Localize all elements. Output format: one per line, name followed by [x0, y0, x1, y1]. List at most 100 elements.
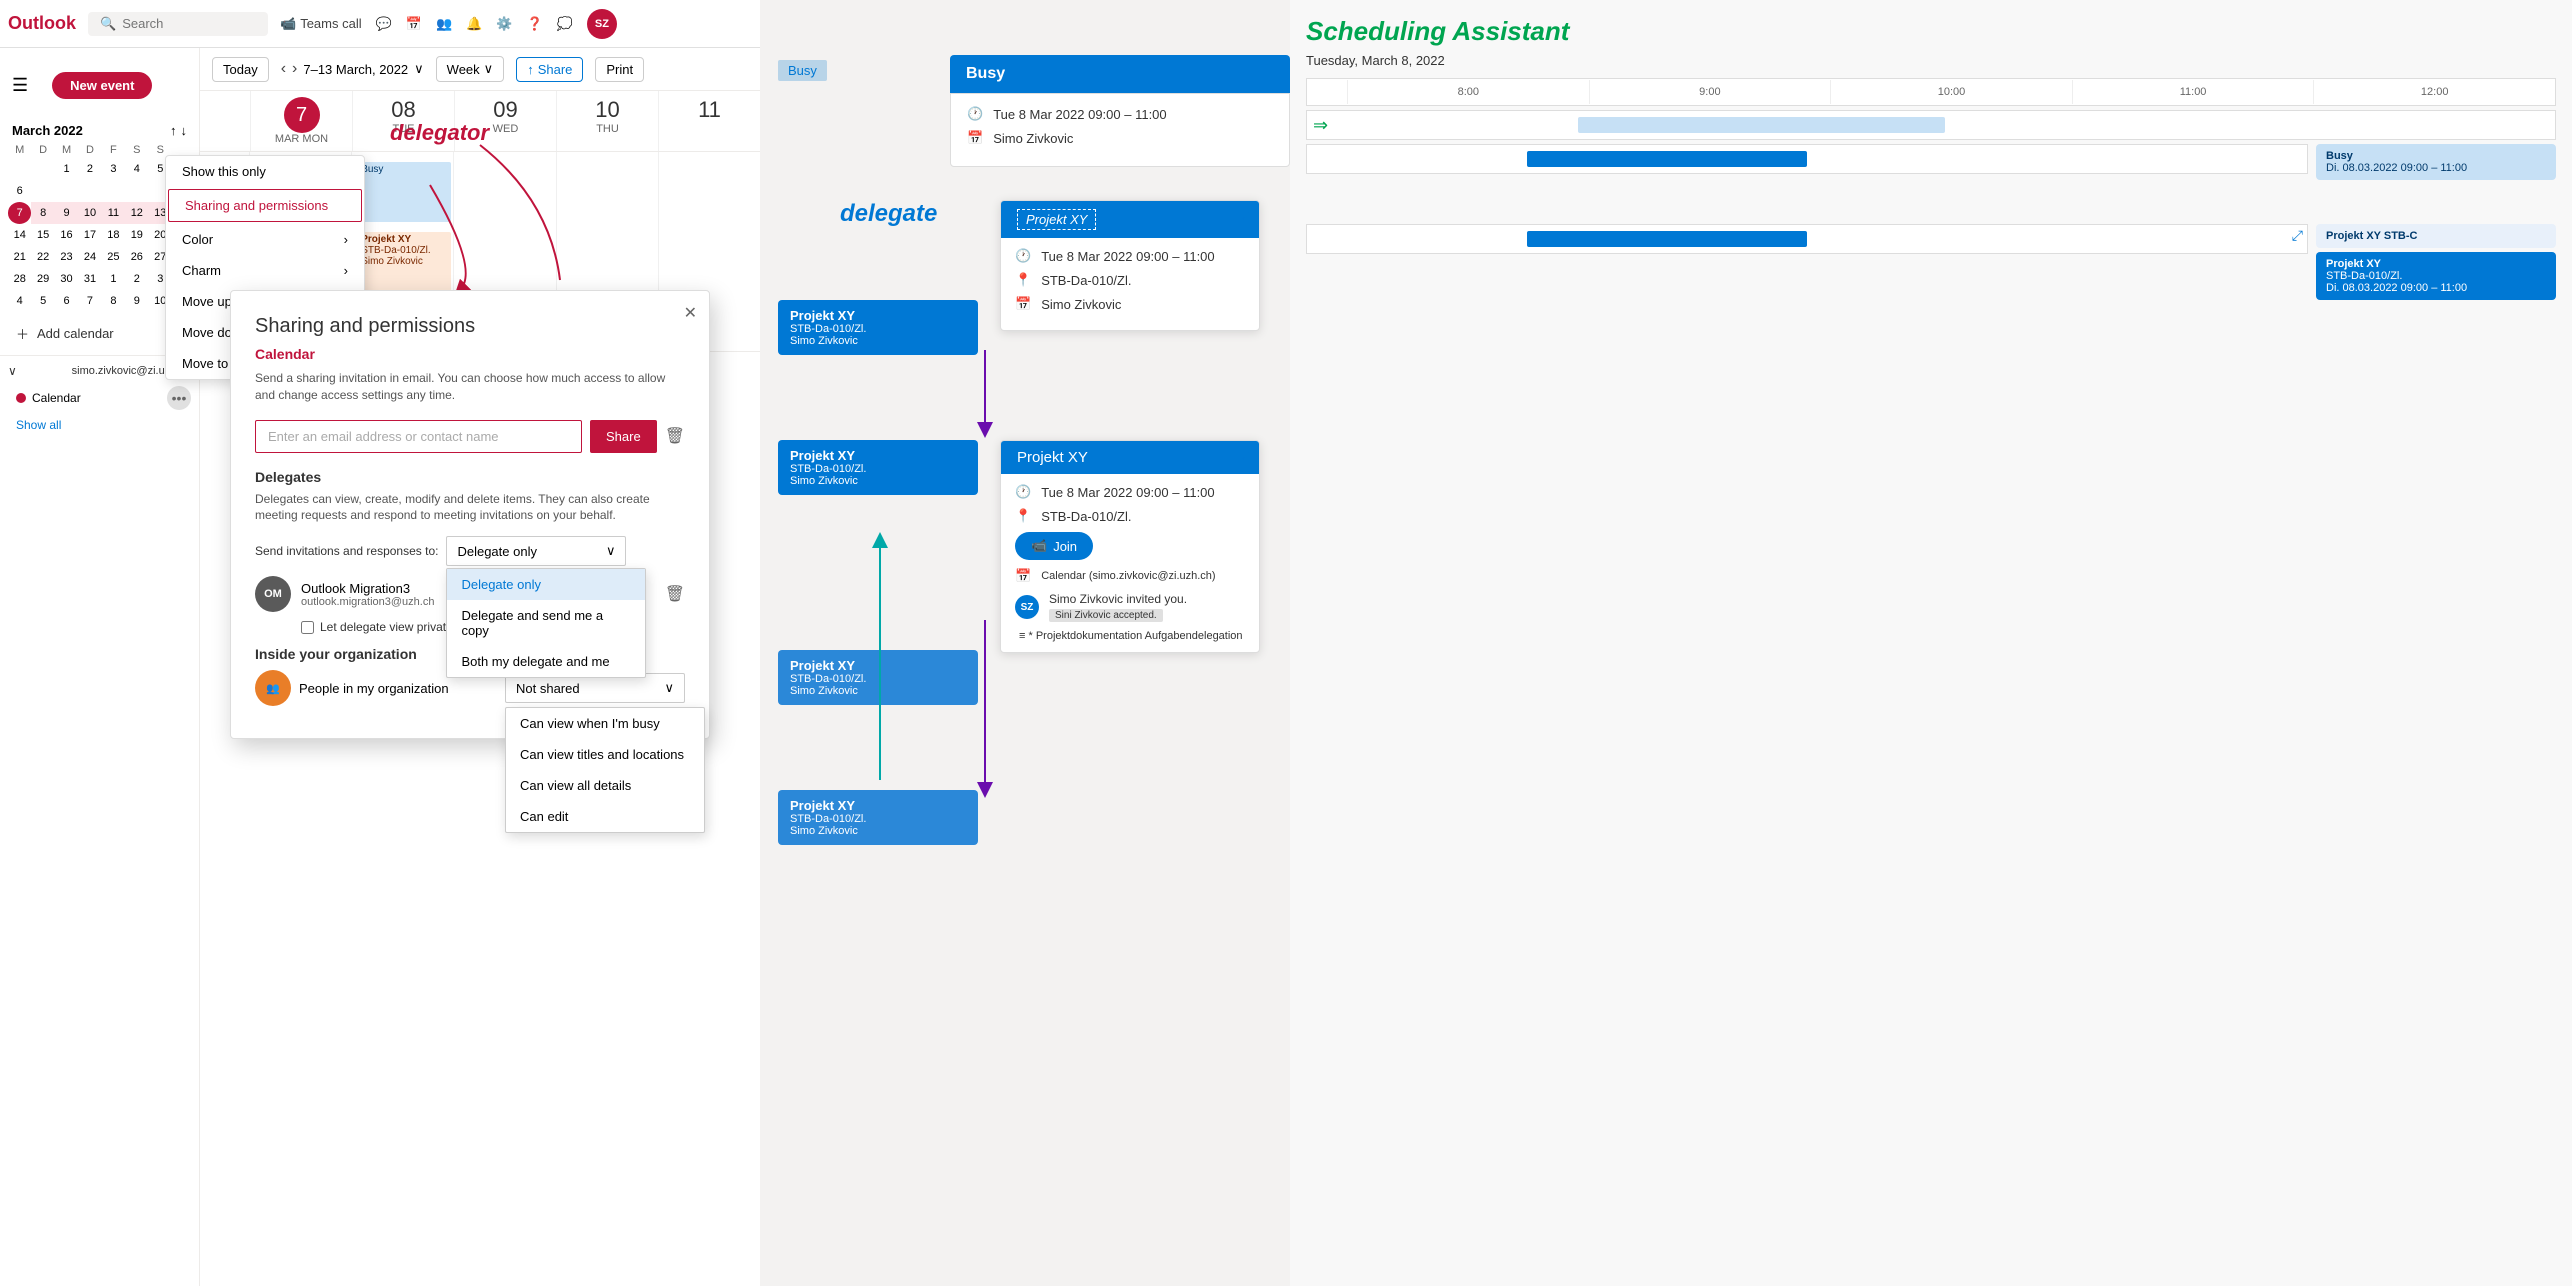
dialog-close-button[interactable]: ✕: [684, 303, 697, 323]
calendar-icon-header[interactable]: 📅: [406, 16, 422, 32]
org-option-busy[interactable]: Can view when I'm busy: [506, 708, 704, 739]
print-button[interactable]: Print: [595, 57, 644, 82]
delete-button[interactable]: 🗑: [665, 420, 685, 453]
cal-cell[interactable]: 21: [8, 246, 31, 268]
chat-icon[interactable]: 💬: [376, 16, 392, 32]
cal-cell[interactable]: 29: [31, 268, 54, 290]
chevron-down-icon[interactable]: ∨: [414, 61, 424, 77]
settings-icon[interactable]: ⚙️: [496, 16, 512, 32]
cal-cell[interactable]: 6: [55, 290, 78, 312]
search-input[interactable]: [122, 16, 256, 31]
org-option-details[interactable]: Can view all details: [506, 770, 704, 801]
delegate-option-only[interactable]: Delegate only: [447, 569, 645, 600]
cal-cell[interactable]: [102, 180, 125, 202]
card2-subtitle: STB-Da-010/Zl.: [790, 463, 966, 475]
feedback-icon[interactable]: 💭: [557, 16, 573, 32]
teams-call-btn[interactable]: 📹 Teams call: [280, 16, 362, 32]
context-charm[interactable]: Charm ›: [166, 255, 364, 286]
share-button[interactable]: ↑ Share: [516, 57, 583, 82]
cal-cell[interactable]: 18: [102, 224, 125, 246]
cal-cell[interactable]: 6: [8, 180, 31, 202]
cal-cell[interactable]: 14: [8, 224, 31, 246]
proj-xy-small-card-2[interactable]: Projekt XY STB-Da-010/Zl. Simo Zivkovic: [778, 440, 978, 495]
cal-cell[interactable]: 25: [102, 246, 125, 268]
org-option-edit[interactable]: Can edit: [506, 801, 704, 832]
search-bar[interactable]: 🔍: [88, 12, 268, 36]
cal-cell[interactable]: 4: [8, 290, 31, 312]
calendar-item[interactable]: Calendar •••: [0, 382, 199, 414]
email-input[interactable]: [255, 420, 582, 453]
cal-cell[interactable]: 28: [8, 268, 31, 290]
join-button-1[interactable]: 📹 Join: [1015, 532, 1093, 560]
cal-cell[interactable]: 5: [31, 290, 54, 312]
cal-cell[interactable]: 10: [78, 202, 101, 224]
cal-cell[interactable]: [8, 158, 31, 180]
day-name-mon: Mar Mon: [255, 133, 348, 145]
up-icon[interactable]: ↑: [170, 123, 177, 138]
busy-event-block[interactable]: Busy: [354, 162, 451, 222]
cal-cell[interactable]: 22: [31, 246, 54, 268]
down-icon[interactable]: ↓: [181, 123, 188, 138]
proj-xy-small-card-1[interactable]: Projekt XY STB-Da-010/Zl. Simo Zivkovic: [778, 300, 978, 355]
cal-cell[interactable]: 24: [78, 246, 101, 268]
cal-cell[interactable]: 15: [31, 224, 54, 246]
cal-cell[interactable]: 11: [102, 202, 125, 224]
cal-cell[interactable]: 19: [125, 224, 148, 246]
delegate-private-checkbox[interactable]: [301, 621, 314, 634]
show-all-link[interactable]: Show all: [0, 414, 199, 436]
cal-cell[interactable]: 3: [102, 158, 125, 180]
delegate-option-both[interactable]: Both my delegate and me: [447, 646, 645, 677]
org-option-titles[interactable]: Can view titles and locations: [506, 739, 704, 770]
delegate-option-copy[interactable]: Delegate and send me a copy: [447, 600, 645, 646]
cal-cell[interactable]: [125, 180, 148, 202]
cal-cell[interactable]: 12: [125, 202, 148, 224]
cal-cell[interactable]: 9: [55, 202, 78, 224]
cal-cell[interactable]: 17: [78, 224, 101, 246]
cal-cell[interactable]: 8: [31, 202, 54, 224]
context-sharing-permissions[interactable]: Sharing and permissions: [168, 189, 362, 222]
cal-cell-today[interactable]: 7: [8, 202, 31, 224]
cal-cell[interactable]: 26: [125, 246, 148, 268]
expand-button-2[interactable]: ⤢: [1240, 447, 1253, 465]
expand-button-1[interactable]: ⤢: [1240, 207, 1253, 225]
week-view-dropdown[interactable]: Week ∨: [436, 56, 505, 82]
mini-cal-nav[interactable]: ↑ ↓: [170, 123, 187, 138]
cal-cell[interactable]: 1: [55, 158, 78, 180]
delegator-label: delegator: [390, 120, 489, 145]
cal-cell[interactable]: 16: [55, 224, 78, 246]
cal-cell[interactable]: 7: [78, 290, 101, 312]
today-button[interactable]: Today: [212, 57, 269, 82]
cal-cell[interactable]: 30: [55, 268, 78, 290]
next-week-button[interactable]: ›: [292, 60, 297, 78]
calendar-options-btn[interactable]: •••: [167, 386, 191, 410]
proj-xy-small-card-3[interactable]: Projekt XY STB-Da-010/Zl. Simo Zivkovic: [778, 650, 978, 705]
cal-cell[interactable]: [31, 158, 54, 180]
detail2-notes: ≡ * Projektdokumentation Aufgabendelegat…: [1015, 630, 1245, 642]
context-color[interactable]: Color ›: [166, 224, 364, 255]
cal-cell[interactable]: 31: [78, 268, 101, 290]
delegate-dropdown[interactable]: Delegate only ∨: [446, 536, 626, 566]
cal-cell[interactable]: 8: [102, 290, 125, 312]
prev-week-button[interactable]: ‹: [281, 60, 286, 78]
cal-cell[interactable]: 9: [125, 290, 148, 312]
cal-cell[interactable]: [78, 180, 101, 202]
cal-cell[interactable]: 1: [102, 268, 125, 290]
collapse-icon[interactable]: ∨: [8, 364, 17, 378]
cal-cell[interactable]: [55, 180, 78, 202]
new-event-button[interactable]: New event: [52, 72, 152, 99]
bell-icon[interactable]: 🔔: [466, 16, 482, 32]
help-icon[interactable]: ❓: [527, 16, 543, 32]
hamburger-icon[interactable]: ☰: [12, 75, 28, 96]
delegate-delete-button[interactable]: 🗑: [665, 584, 685, 604]
people-icon[interactable]: 👥: [436, 16, 452, 32]
cal-cell[interactable]: 23: [55, 246, 78, 268]
cal-cell[interactable]: 4: [125, 158, 148, 180]
cal-cell[interactable]: 2: [78, 158, 101, 180]
cal-cell[interactable]: 2: [125, 268, 148, 290]
org-avatar: 👥: [255, 670, 291, 706]
user-avatar[interactable]: SZ: [587, 9, 617, 39]
proj-xy-small-card-4[interactable]: Projekt XY STB-Da-010/Zl. Simo Zivkovic: [778, 790, 978, 845]
context-show-only[interactable]: Show this only: [166, 156, 364, 187]
cal-cell[interactable]: [31, 180, 54, 202]
share-action-button[interactable]: Share: [590, 420, 657, 453]
